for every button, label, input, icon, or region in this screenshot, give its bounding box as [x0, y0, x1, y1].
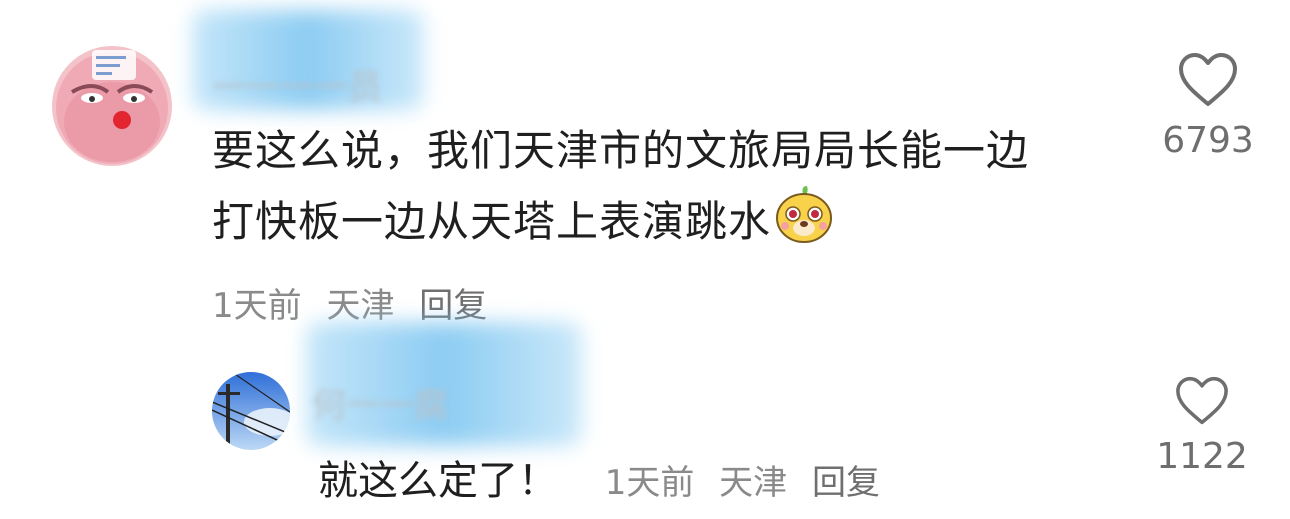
reply-reply-button[interactable]: 回复 — [812, 463, 880, 503]
comment-text-line-2: 打快板一边从天塔上表演跳水 — [212, 184, 1132, 263]
reply-meta: 1天前 天津 回复 — [605, 463, 894, 503]
reply-avatar[interactable] — [212, 372, 290, 450]
reply-text: 就这么定了！ — [318, 458, 558, 504]
comment-text: 要这么说，我们天津市的文旅局局长能一边 打快板一边从天塔上表演跳水 — [212, 118, 1132, 263]
like-count: 6793 — [1162, 120, 1254, 161]
doge-emoji-icon — [775, 184, 833, 263]
avatar[interactable] — [52, 46, 172, 166]
reply-location: 天津 — [719, 463, 788, 503]
reply-username[interactable]: 何一一腐 — [312, 378, 448, 427]
reply-time: 1天前 — [604, 463, 695, 503]
avatar-pink-plush-image — [52, 46, 172, 166]
comment-text-line-1: 要这么说，我们天津市的文旅局局长能一边 — [212, 126, 1030, 175]
comment-time: 1天前 — [212, 286, 302, 326]
reply-button[interactable]: 回复 — [419, 286, 487, 326]
like-button[interactable]: 6793 — [1138, 52, 1278, 161]
comment-location: 天津 — [326, 286, 395, 326]
username[interactable]: 一一一一员 — [212, 60, 382, 109]
comment-meta: 1天前 天津 回复 — [212, 278, 501, 327]
heart-outline-icon — [1179, 53, 1237, 106]
comment-text-line-2-content: 打快板一边从天塔上表演跳水 — [212, 197, 772, 246]
heart-outline-icon — [1176, 376, 1228, 425]
avatar-sky-wires-image — [212, 372, 290, 450]
reply-like-count: 1122 — [1156, 436, 1248, 477]
reply-text-row: 就这么定了！ 1天前 天津 回复 — [318, 448, 894, 506]
reply-like-button[interactable]: 1122 — [1132, 376, 1272, 477]
